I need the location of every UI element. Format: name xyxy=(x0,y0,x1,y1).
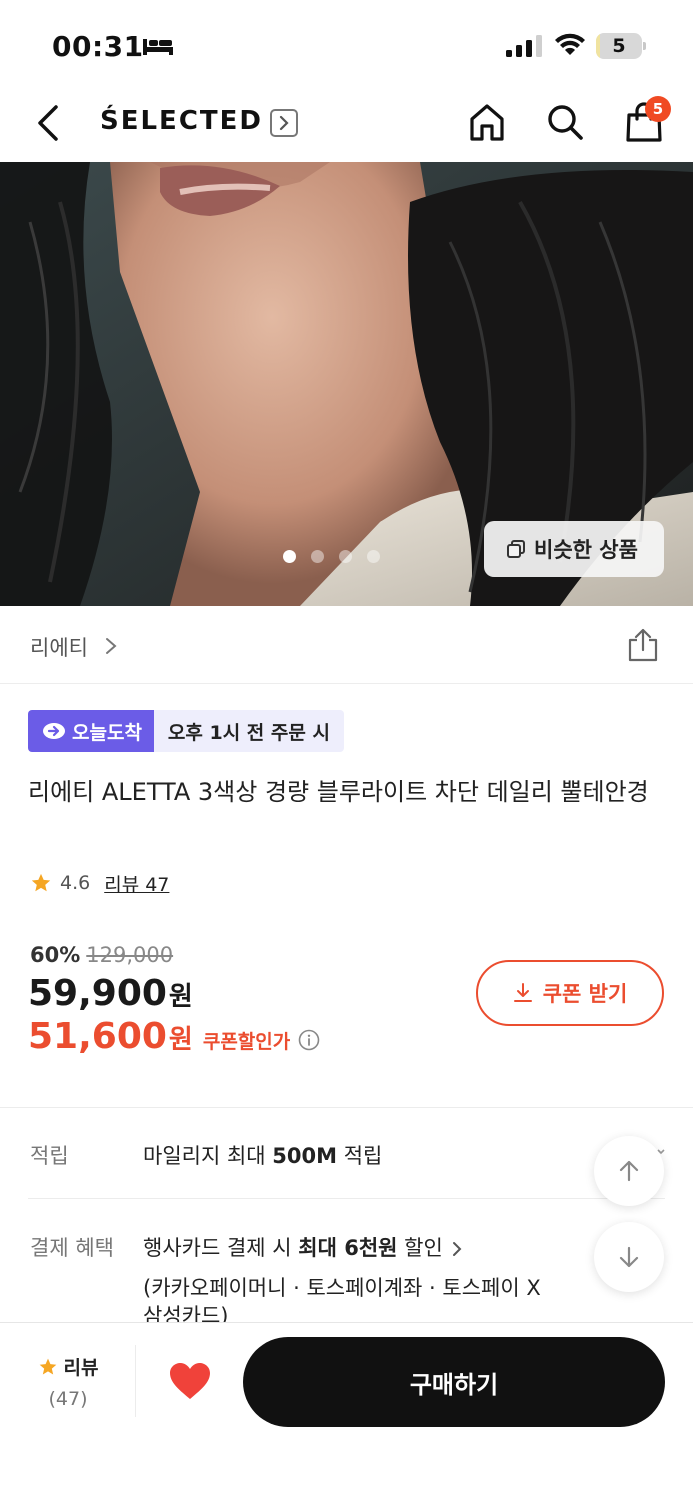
delivery-info: 오늘도착 오후 1시 전 주문 시 xyxy=(28,710,344,752)
points-value: 마일리지 최대 500M 적립 xyxy=(143,1144,383,1168)
discount-info: 60% 129,000 xyxy=(30,943,173,967)
delivery-badge-label: 오늘도착 xyxy=(72,721,142,744)
points-label: 적립 xyxy=(30,1144,69,1168)
top-navigation: ŚELECTED xyxy=(0,84,693,162)
rating-score: 4.6 xyxy=(60,872,91,894)
coupon-currency-unit: 원 xyxy=(168,1025,193,1055)
row-divider xyxy=(28,1198,665,1199)
product-image-carousel[interactable]: 비슷한 상품 xyxy=(0,162,693,606)
store-brand-link[interactable]: ŚELECTED xyxy=(100,106,263,136)
original-price: 129,000 xyxy=(86,943,174,967)
carousel-dot[interactable] xyxy=(283,550,296,563)
discount-rate: 60% xyxy=(30,943,81,967)
chevron-right-icon[interactable] xyxy=(451,1240,463,1258)
fast-delivery-icon xyxy=(43,723,65,739)
similar-products-label: 비슷한 상품 xyxy=(534,538,638,562)
battery-level: 5 xyxy=(612,35,626,57)
brand-row: 리에티 xyxy=(0,606,693,684)
brand-chevron-icon[interactable] xyxy=(270,109,298,137)
review-count: (47) xyxy=(48,1388,88,1410)
home-icon[interactable] xyxy=(468,102,506,142)
cart-count-badge: 5 xyxy=(645,96,671,122)
payment-benefit-label: 결제 혜택 xyxy=(30,1236,114,1260)
sleep-focus-icon xyxy=(143,39,173,55)
section-divider xyxy=(0,1107,693,1108)
payment-benefit-detail: (카카오페이머니 · 토스페이계좌 · 토스페이 X xyxy=(143,1276,541,1300)
wifi-icon xyxy=(555,33,585,55)
product-title: 리에티 ALETTA 3색상 경량 블루라이트 차단 데일리 뿔테안경 xyxy=(28,778,649,806)
star-icon xyxy=(31,873,51,892)
status-bar: 00:31 5 xyxy=(0,0,693,84)
battery-indicator: 5 xyxy=(596,33,646,59)
search-icon[interactable] xyxy=(546,102,584,142)
buy-button[interactable]: 구매하기 xyxy=(243,1337,665,1427)
delivery-cutoff-text: 오후 1시 전 주문 시 xyxy=(153,710,344,752)
carousel-dot[interactable] xyxy=(367,550,380,563)
carousel-dot[interactable] xyxy=(311,550,324,563)
sale-price: 59,900 원 xyxy=(28,973,193,1014)
similar-products-button[interactable]: 비슷한 상품 xyxy=(484,521,664,577)
coupon-price-value: 51,600 xyxy=(28,1016,167,1057)
back-icon[interactable] xyxy=(30,102,68,144)
star-icon xyxy=(39,1358,56,1374)
payment-benefit-value[interactable]: 행사카드 결제 시 최대 6천원 할인 xyxy=(143,1232,463,1262)
cellular-signal-icon xyxy=(506,35,542,57)
product-rating: 4.6 리뷰 47 xyxy=(30,868,169,898)
arrow-down-icon xyxy=(619,1246,639,1268)
coupon-price: 51,600 원 쿠폰할인가 xyxy=(28,1016,320,1057)
reviews-link[interactable]: 리뷰 47 xyxy=(104,870,169,897)
brand-link[interactable]: 리에티 xyxy=(30,632,88,662)
divider xyxy=(135,1345,136,1417)
today-delivery-badge: 오늘도착 xyxy=(28,710,154,752)
arrow-up-icon xyxy=(619,1160,639,1182)
chevron-right-icon[interactable] xyxy=(104,636,118,656)
heart-icon[interactable] xyxy=(168,1361,212,1401)
review-label: 리뷰 xyxy=(63,1357,99,1379)
scroll-up-button[interactable] xyxy=(594,1136,664,1206)
buy-button-label: 구매하기 xyxy=(409,1370,499,1399)
sale-price-value: 59,900 xyxy=(28,973,167,1014)
purchase-bar: 리뷰 (47) 구매하기 xyxy=(0,1322,693,1500)
copy-icon xyxy=(507,540,525,558)
review-summary-button[interactable]: 리뷰 (47) xyxy=(30,1353,106,1423)
status-time: 00:31 xyxy=(52,30,144,63)
scroll-down-button[interactable] xyxy=(594,1222,664,1292)
get-coupon-button[interactable]: 쿠폰 받기 xyxy=(476,960,664,1026)
payment-benefit-detail-cont: 삼성카드) xyxy=(143,1304,229,1322)
download-icon xyxy=(513,983,532,1002)
currency-unit: 원 xyxy=(168,982,193,1012)
get-coupon-label: 쿠폰 받기 xyxy=(542,982,628,1006)
carousel-indicator xyxy=(283,550,380,564)
info-icon[interactable] xyxy=(298,1029,320,1051)
share-icon[interactable] xyxy=(627,628,659,662)
carousel-dot[interactable] xyxy=(339,550,352,563)
coupon-price-label: 쿠폰할인가 xyxy=(202,1031,291,1053)
